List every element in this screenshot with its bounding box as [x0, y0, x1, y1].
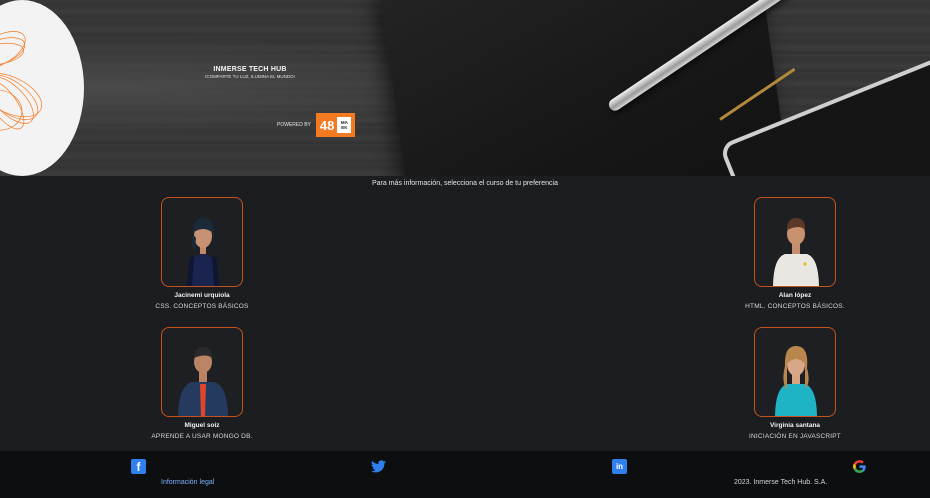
- powered-by: POWERED BY 48 MA EK: [277, 113, 356, 137]
- linkedin-icon[interactable]: in: [612, 459, 627, 474]
- instructor-avatar[interactable]: [161, 197, 243, 287]
- course-card[interactable]: Miguel soiz APRENDE A USAR MONGO DB.: [142, 327, 262, 440]
- partner-logo-text: MA EK: [337, 117, 352, 133]
- instructor-name: Virginia santana: [769, 422, 821, 429]
- instructor-avatar[interactable]: [161, 327, 243, 417]
- legal-info-link[interactable]: Información legal: [161, 479, 214, 486]
- course-title[interactable]: INICIACIÓN EN JAVASCRIPT: [735, 433, 855, 440]
- google-g-glyph: [853, 460, 866, 473]
- instructor-name: Alan lópez: [778, 292, 812, 299]
- powered-by-label: POWERED BY: [277, 122, 311, 128]
- course-prompt: Para más información, selecciona el curs…: [372, 180, 558, 187]
- instructor-name: Jacinemi urquiola: [174, 292, 230, 299]
- page: INMERSE TECH HUB ICOMPARTE TU LUZ, ILUMI…: [0, 0, 930, 498]
- course-card[interactable]: Alan lópez HTML. CONCEPTOS BÁSICOS.: [735, 197, 855, 310]
- instructor-avatar[interactable]: [754, 197, 836, 287]
- instructor-avatar[interactable]: [754, 327, 836, 417]
- male-avatar-icon: [178, 347, 228, 416]
- twitter-icon[interactable]: [371, 459, 386, 474]
- course-card[interactable]: Virginia santana INICIACIÓN EN JAVASCRIP…: [735, 327, 855, 440]
- partner-logo-badge[interactable]: 48 MA EK: [315, 113, 356, 137]
- course-card[interactable]: Jacinemi urquiola CSS. CONCEPTOS BÁSICOS: [142, 197, 262, 310]
- twitter-bird-glyph: [371, 460, 386, 473]
- brand-logo[interactable]: [0, 0, 84, 176]
- google-icon[interactable]: [852, 459, 867, 474]
- footer: f in Información legal 2023. Inmerse Tec…: [0, 451, 930, 498]
- brand-slogan: ICOMPARTE TU LUZ, ILUMINA EL MUNDO!: [205, 74, 295, 79]
- copyright-text: 2023. Inmerse Tech Hub. S.A.: [734, 479, 828, 486]
- female-avatar-icon: [775, 346, 817, 416]
- female-avatar-icon: [186, 218, 220, 286]
- course-title[interactable]: APRENDE A USAR MONGO DB.: [142, 433, 262, 440]
- hero-banner: INMERSE TECH HUB ICOMPARTE TU LUZ, ILUMI…: [0, 0, 930, 176]
- course-title[interactable]: HTML. CONCEPTOS BÁSICOS.: [735, 303, 855, 310]
- facebook-icon[interactable]: f: [131, 459, 146, 474]
- orange-wireframe-icon: [0, 31, 43, 131]
- instructor-name: Miguel soiz: [184, 422, 220, 429]
- male-avatar-icon: [773, 218, 819, 286]
- brand-title: INMERSE TECH HUB: [213, 66, 287, 73]
- course-title[interactable]: CSS. CONCEPTOS BÁSICOS: [142, 303, 262, 310]
- brand-block: INMERSE TECH HUB ICOMPARTE TU LUZ, ILUMI…: [190, 66, 310, 79]
- partner-logo-number: 48: [319, 117, 335, 133]
